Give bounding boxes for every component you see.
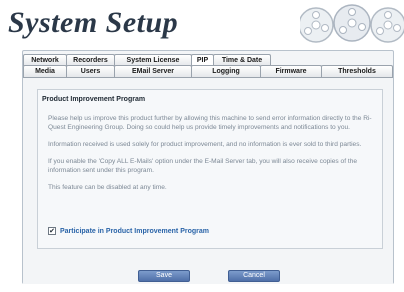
tab-media[interactable]: Media	[23, 65, 67, 77]
tab-users[interactable]: Users	[66, 65, 115, 77]
tab-email-server[interactable]: EMail Server	[114, 65, 192, 77]
participate-label[interactable]: Participate in Product Improvement Progr…	[60, 228, 209, 235]
tab-content: Product Improvement Program Please help …	[23, 77, 393, 284]
tab-firmware[interactable]: Firmware	[260, 65, 322, 77]
participate-checkbox-row[interactable]: ✔ Participate in Product Improvement Pro…	[48, 227, 209, 235]
section-body: Please help us improve this product furt…	[48, 114, 378, 200]
paragraph-email-copy: If you enable the 'Copy ALL E-Mails' opt…	[48, 158, 358, 174]
film-reels-icon	[300, 4, 404, 43]
paragraph-privacy: Information received is used solely for …	[48, 141, 362, 148]
save-button[interactable]: Save	[138, 270, 190, 282]
paragraph-intro: Please help us improve this product furt…	[48, 115, 372, 131]
page-title: System Setup	[8, 6, 179, 39]
participate-checkbox[interactable]: ✔	[48, 227, 56, 235]
pip-section: Product Improvement Program Please help …	[37, 89, 383, 249]
paragraph-disable: This feature can be disabled at any time…	[48, 184, 167, 191]
section-title: Product Improvement Program	[42, 96, 146, 103]
button-bar: Save Cancel	[23, 263, 393, 283]
tab-row-bottom: Media Users EMail Server Logging Firmwar…	[23, 65, 393, 77]
cancel-button[interactable]: Cancel	[228, 270, 280, 282]
tab-thresholds[interactable]: Thresholds	[321, 65, 393, 77]
app-header: System Setup	[0, 0, 404, 48]
tab-logging[interactable]: Logging	[191, 65, 261, 77]
checkmark-icon: ✔	[49, 227, 55, 235]
